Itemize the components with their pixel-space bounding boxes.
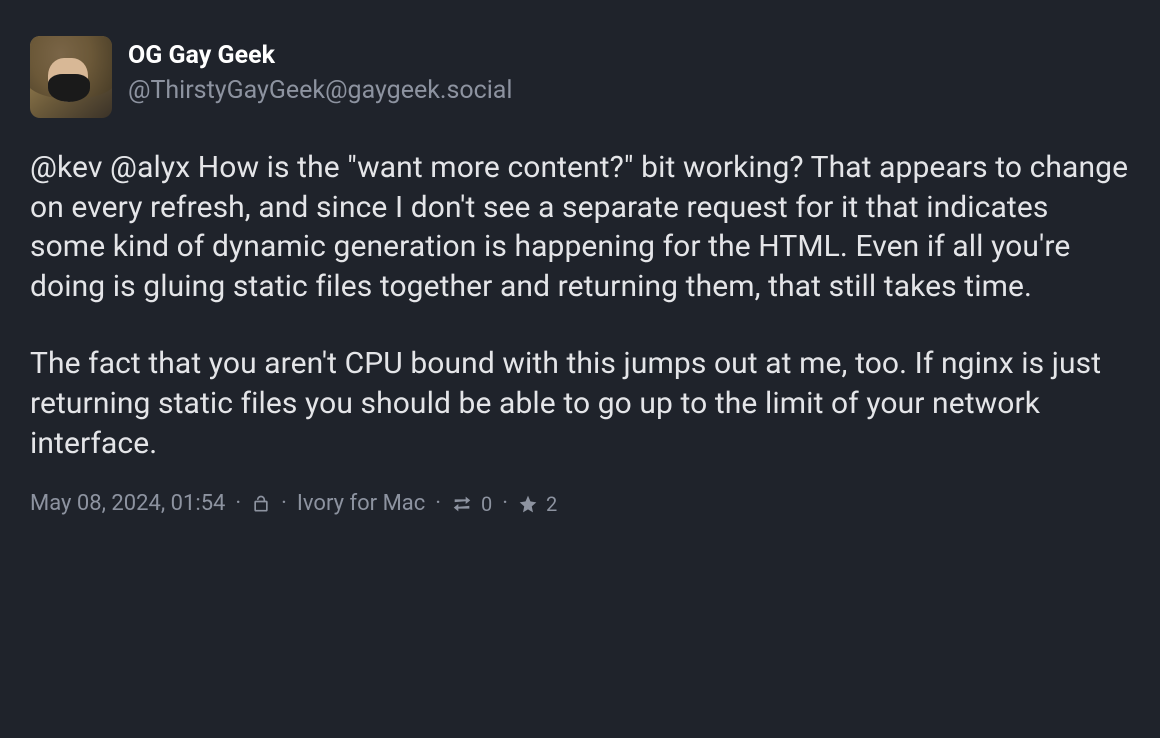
- content-paragraph: @kev @alyx How is the "want more content…: [30, 148, 1130, 306]
- content-paragraph: The fact that you aren't CPU bound with …: [30, 344, 1130, 463]
- boost-count: 0: [481, 492, 492, 516]
- boost-icon: [451, 494, 473, 514]
- author-names[interactable]: OG Gay Geek @ThirstyGayGeek@gaygeek.soci…: [128, 36, 512, 108]
- timestamp[interactable]: May 08, 2024, 01:54: [30, 491, 225, 516]
- separator: ·: [281, 491, 287, 516]
- post: OG Gay Geek @ThirstyGayGeek@gaygeek.soci…: [0, 0, 1160, 546]
- display-name: OG Gay Geek: [128, 40, 512, 73]
- client-name[interactable]: Ivory for Mac: [297, 491, 425, 516]
- separator: ·: [435, 491, 441, 516]
- avatar[interactable]: [30, 36, 112, 118]
- content-text: How is the "want more content?" bit work…: [30, 150, 1128, 304]
- mention-link[interactable]: @alyx: [110, 150, 190, 185]
- mention-link[interactable]: @kev: [30, 150, 103, 185]
- separator: ·: [235, 491, 241, 516]
- visibility-unlisted-icon: [251, 494, 271, 514]
- post-header: OG Gay Geek @ThirstyGayGeek@gaygeek.soci…: [30, 36, 1130, 118]
- favorite-count: 2: [546, 492, 557, 516]
- favorite-count-group[interactable]: 2: [518, 492, 557, 516]
- star-icon: [518, 494, 538, 514]
- separator: ·: [502, 491, 508, 516]
- boost-count-group[interactable]: 0: [451, 492, 492, 516]
- author-handle: @ThirstyGayGeek@gaygeek.social: [128, 73, 512, 108]
- post-meta: May 08, 2024, 01:54 · · Ivory for Mac · …: [30, 491, 1130, 516]
- post-content: @kev @alyx How is the "want more content…: [30, 148, 1130, 463]
